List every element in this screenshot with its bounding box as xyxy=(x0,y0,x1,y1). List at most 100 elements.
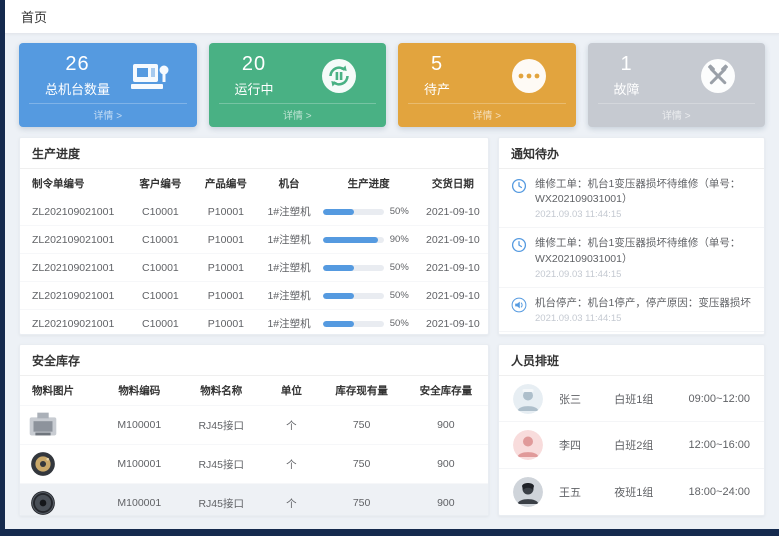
cell-progress: 50% xyxy=(319,310,417,336)
progress-text: 90% xyxy=(390,234,414,245)
stat-card-total-machines[interactable]: 26 总机台数量 详情 > xyxy=(19,43,197,127)
cell-stock: 750 xyxy=(319,406,403,445)
stat-label: 待产 xyxy=(424,79,450,98)
cell-product: P10001 xyxy=(193,310,259,336)
cell-machine: 1#注塑机 xyxy=(259,310,320,336)
progress-track xyxy=(323,209,383,215)
cell-safety-stock: 900 xyxy=(404,484,488,517)
column-header: 制令单编号 xyxy=(20,169,128,198)
notification-list: 维修工单：机台1变压器损坏待维修（单号：WX202109031001） 2021… xyxy=(499,169,764,334)
stat-card-body: 5 待产 xyxy=(408,51,566,100)
table-row[interactable]: ZL202109021001 C10001 P10001 1#注塑机 50% 2… xyxy=(20,282,488,310)
notification-item[interactable]: 机台停产：机台1停产，停产原因：变压器损坏 2021.09.03 11:44:1… xyxy=(499,288,764,332)
stat-text: 26 总机台数量 xyxy=(45,53,110,98)
cell-material-code: M100001 xyxy=(100,484,180,517)
progress-fill xyxy=(323,293,353,299)
notification-item[interactable]: 维修工单：机台1变压器损坏待维修（单号：WX202109031001） 2021… xyxy=(499,169,764,228)
staff-shift: 白班1组 xyxy=(614,391,688,407)
cell-unit: 个 xyxy=(263,445,319,484)
column-header: 产品编号 xyxy=(193,169,259,198)
cell-customer: C10001 xyxy=(128,282,194,310)
staff-shift: 夜班1组 xyxy=(614,484,688,500)
progress-track xyxy=(323,321,383,327)
waiting-icon xyxy=(508,55,550,97)
notification-text: 机台停产：机台1停产，停产原因：变压器损坏 xyxy=(535,296,751,311)
cell-stock: 750 xyxy=(319,445,403,484)
panel-notifications: 通知待办 维修工单：机台1变压器损坏待维修（单号：WX202109031001）… xyxy=(498,137,765,335)
cell-material-code: M100001 xyxy=(100,445,180,484)
cell-progress: 90% xyxy=(319,226,417,254)
cell-product: P10001 xyxy=(193,226,259,254)
clock-icon xyxy=(511,237,527,253)
stat-detail-link[interactable]: 详情 > xyxy=(408,103,566,123)
notification-time: 2021.09.03 11:44:15 xyxy=(535,209,752,220)
stat-value: 5 xyxy=(424,53,450,76)
table-row[interactable]: ZL202109021001 C10001 P10001 1#注塑机 50% 2… xyxy=(20,254,488,282)
panel-staff-schedule: 人员排班 张三 白班1组 09:00~12:00 李四 白班2组 12:00~1… xyxy=(498,344,765,516)
cell-product: P10001 xyxy=(193,282,259,310)
stat-card-running[interactable]: 20 运行中 详情 > xyxy=(209,43,387,127)
stat-detail-link[interactable]: 详情 > xyxy=(219,103,377,123)
stat-value: 26 xyxy=(45,53,110,76)
cell-order: ZL202109021001 xyxy=(20,226,128,254)
notification-body: 机台停产：机台1停产，停产原因：变压器损坏 2021.09.03 11:44:1… xyxy=(535,296,751,324)
staff-name: 张三 xyxy=(559,391,614,407)
cell-stock: 750 xyxy=(319,484,403,517)
notification-text: 维修工单：机台1变压器损坏待维修（单号：WX202109031001） xyxy=(535,177,752,207)
column-header: 单位 xyxy=(263,376,319,406)
notification-item[interactable]: 维修工单：机台1变压器损坏待维修（单号：WX202109031001） 2021… xyxy=(499,228,764,287)
cell-date: 2021-09-10 xyxy=(418,198,488,226)
column-header: 生产进度 xyxy=(319,169,417,198)
cell-date: 2021-09-10 xyxy=(418,254,488,282)
cell-date: 2021-09-10 xyxy=(418,282,488,310)
notification-text: 维修工单：机台1变压器损坏待维修（单号：WX202109031001） xyxy=(535,236,752,266)
panel-title: 人员排班 xyxy=(499,345,764,376)
progress-track xyxy=(323,237,383,243)
stats-row: 26 总机台数量 详情 > 20 运行中 详情 > xyxy=(19,43,765,127)
table-row[interactable]: ZL202109021001 C10001 P10001 1#注塑机 90% 2… xyxy=(20,226,488,254)
column-header: 物料名称 xyxy=(179,376,263,406)
column-header: 交货日期 xyxy=(418,169,488,198)
stat-card-fault[interactable]: 1 故障 详情 > xyxy=(588,43,766,127)
stat-value: 20 xyxy=(235,53,274,76)
panel-title: 通知待办 xyxy=(499,138,764,169)
table-row[interactable]: M100001 RJ45接口 个 750 900 xyxy=(20,484,488,517)
clock-icon xyxy=(511,178,527,194)
cell-customer: C10001 xyxy=(128,226,194,254)
stat-label: 故障 xyxy=(614,79,640,98)
panel-grid: 生产进度 制令单编号 客户编号 产品编号 机台 生产进度 交货日期 ZL2021 xyxy=(19,137,765,516)
staff-name: 李四 xyxy=(559,437,614,453)
stat-label: 运行中 xyxy=(235,79,274,98)
cell-order: ZL202109021001 xyxy=(20,198,128,226)
table-row[interactable]: M100001 RJ45接口 个 750 900 xyxy=(20,406,488,445)
notification-item[interactable]: 计划暂停：机台1生产计划已暂停 2021.09.03 11:44:15 xyxy=(499,332,764,334)
staff-time: 18:00~24:00 xyxy=(689,486,750,498)
stat-value: 1 xyxy=(614,53,640,76)
cell-safety-stock: 900 xyxy=(404,406,488,445)
table-row[interactable]: ZL202109021001 C10001 P10001 1#注塑机 50% 2… xyxy=(20,198,488,226)
stat-text: 1 故障 xyxy=(614,53,640,98)
progress-text: 50% xyxy=(390,318,414,329)
inventory-table: 物料图片 物料编码 物料名称 单位 库存现有量 安全库存量 M100001 xyxy=(20,376,488,516)
stat-card-body: 20 运行中 xyxy=(219,51,377,100)
table-row[interactable]: M100001 RJ45接口 个 750 900 xyxy=(20,445,488,484)
material-image-round-connector xyxy=(24,449,62,479)
stat-card-waiting[interactable]: 5 待产 详情 > xyxy=(398,43,576,127)
table-row[interactable]: ZL202109021001 C10001 P10001 1#注塑机 50% 2… xyxy=(20,310,488,336)
progress-fill xyxy=(323,265,353,271)
cell-customer: C10001 xyxy=(128,254,194,282)
cell-machine: 1#注塑机 xyxy=(259,198,320,226)
cell-progress: 50% xyxy=(319,282,417,310)
fault-icon xyxy=(697,55,739,97)
dashboard-content: 26 总机台数量 详情 > 20 运行中 详情 > xyxy=(5,34,779,522)
cell-customer: C10001 xyxy=(128,198,194,226)
avatar xyxy=(513,430,543,460)
cell-material-name: RJ45接口 xyxy=(179,484,263,517)
cell-material-name: RJ45接口 xyxy=(179,445,263,484)
panel-title: 生产进度 xyxy=(20,138,488,169)
progress-text: 50% xyxy=(390,290,414,301)
material-image-rj45-connector xyxy=(24,410,62,440)
stat-detail-link[interactable]: 详情 > xyxy=(29,103,187,123)
cell-machine: 1#注塑机 xyxy=(259,254,320,282)
stat-detail-link[interactable]: 详情 > xyxy=(598,103,756,123)
